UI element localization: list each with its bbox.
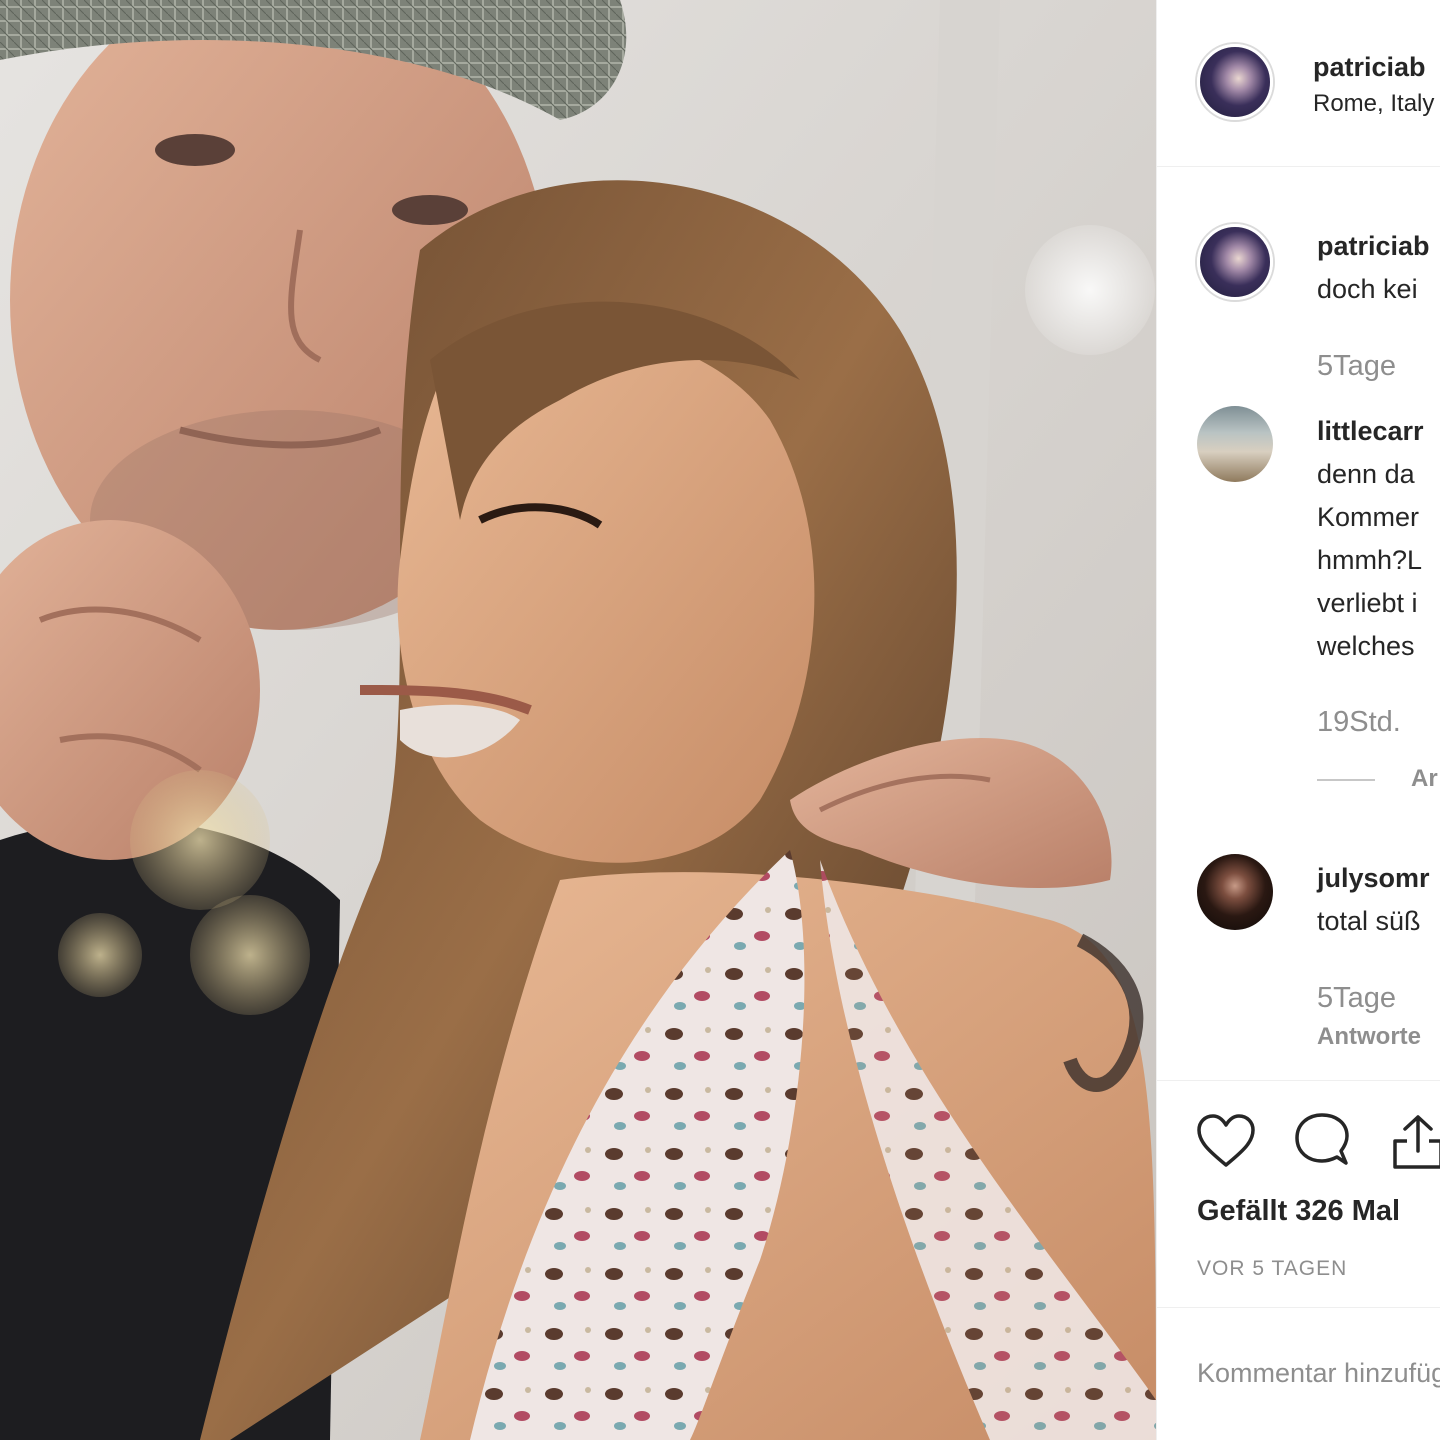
post-header: patriciab Rome, Italy [1157, 0, 1440, 167]
comment-bubble-icon[interactable] [1291, 1111, 1353, 1173]
comment-username[interactable]: patriciab [1317, 231, 1430, 262]
comment-time[interactable]: 5Tage [1317, 350, 1396, 383]
comment-avatar[interactable] [1197, 854, 1273, 930]
author-avatar[interactable] [1197, 44, 1273, 120]
post-actions: Gefällt 326 Mal VOR 5 TAGEN [1157, 1080, 1440, 1308]
comment-text-line: Kommer [1317, 502, 1420, 532]
comment-text-line: denn da [1317, 459, 1415, 489]
comment-text-line: welches [1317, 631, 1415, 661]
comment-username[interactable]: littlecarr [1317, 416, 1424, 447]
photo-illustration [0, 0, 1156, 1440]
comment-text-line: hmmh?L [1317, 545, 1423, 575]
post-location[interactable]: Rome, Italy [1313, 90, 1434, 118]
comment-avatar[interactable] [1197, 224, 1273, 300]
view-replies-link[interactable]: Ar [1411, 765, 1438, 793]
post-side-panel: patriciab Rome, Italy patriciab doch kei… [1156, 0, 1440, 1440]
author-username[interactable]: patriciab [1313, 52, 1426, 83]
post-photo[interactable] [0, 0, 1156, 1440]
view-replies-line [1317, 779, 1375, 781]
heart-icon[interactable] [1195, 1111, 1257, 1173]
add-comment-input[interactable] [1197, 1358, 1440, 1389]
share-icon[interactable] [1387, 1111, 1440, 1173]
comment-time[interactable]: 5Tage [1317, 982, 1396, 1015]
comment-text: doch kei [1317, 274, 1418, 304]
comment-text-line: verliebt i [1317, 588, 1418, 618]
comment-username[interactable]: julysomr [1317, 863, 1430, 894]
comment-time[interactable]: 19Std. [1317, 706, 1401, 739]
post-date[interactable]: VOR 5 TAGEN [1197, 1257, 1347, 1281]
likes-count[interactable]: Gefällt 326 Mal [1197, 1195, 1400, 1228]
reply-button[interactable]: Antworte [1317, 1023, 1421, 1051]
comment-avatar[interactable] [1197, 406, 1273, 482]
comment-text: total süß [1317, 906, 1421, 936]
